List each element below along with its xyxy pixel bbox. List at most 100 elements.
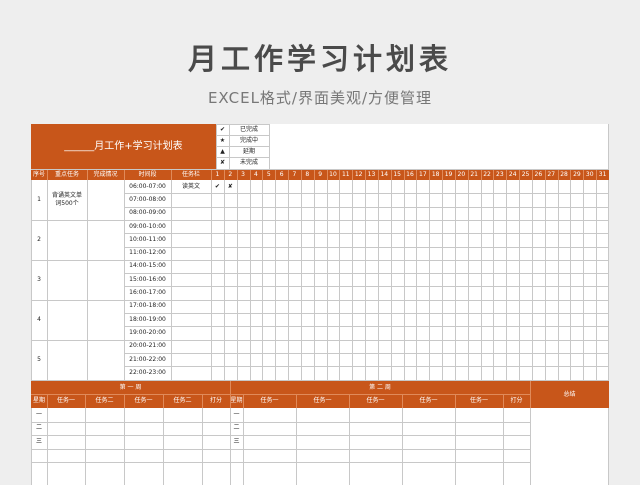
time-slot: 16:00-17:00 (129, 289, 166, 297)
grid-line-v (243, 408, 244, 485)
grid-line-v (349, 408, 350, 485)
grid-line-v (506, 180, 508, 380)
day-header: 17 (419, 171, 427, 178)
grid-line-v (47, 408, 48, 485)
week1-column-header: 任务一 (134, 397, 153, 404)
day-header: 14 (380, 171, 389, 178)
week2-column-header: 任务一 (313, 397, 332, 404)
week2-column-header: 任务一 (260, 397, 279, 404)
grid-line-v (519, 170, 521, 180)
grid-line-h (216, 146, 269, 147)
day-header: 13 (367, 171, 376, 178)
grid-line-v (530, 408, 531, 485)
week1-column-header: 任务一 (56, 397, 75, 404)
day-header: 11 (341, 171, 350, 178)
grid-line-v (171, 170, 172, 180)
row-number: 2 (37, 235, 41, 243)
completion-status (87, 180, 124, 220)
grid-line-v (530, 381, 531, 408)
day-header: 29 (573, 171, 581, 178)
time-slot: 15:00-16:00 (129, 275, 166, 283)
grid-line-v (269, 124, 270, 169)
grid-line-v (493, 180, 495, 380)
week1-weekday: 一 (35, 410, 42, 418)
week1-column-header: 星期 (32, 397, 45, 404)
day-mark: ✔ (214, 182, 220, 190)
time-slot: 19:00-20:00 (129, 328, 166, 336)
summary-label: 总结 (563, 390, 576, 398)
day-header: 10 (329, 171, 337, 178)
grid-line-v (313, 170, 315, 180)
grid-line-v (506, 170, 508, 180)
day-header: 7 (292, 171, 297, 178)
grid-line-v (557, 170, 559, 180)
grid-line-v (47, 394, 48, 408)
grid-line-v (493, 170, 495, 180)
legend-symbol: ▲ (220, 147, 225, 155)
grid-line-v (163, 394, 164, 408)
day-header: 9 (318, 171, 323, 178)
grid-line-h (124, 286, 609, 288)
grid-line-v (236, 180, 238, 380)
grid-line-v (223, 180, 225, 380)
time-slot: 07:00-08:00 (129, 195, 166, 203)
grid-line-h (124, 206, 609, 208)
completion-status (87, 260, 124, 300)
week2-column-header: 打分 (510, 397, 523, 404)
grid-line-v (124, 170, 125, 180)
key-task (47, 340, 87, 380)
day-header: 25 (521, 171, 530, 178)
week1-weekday: 二 (35, 424, 42, 432)
grid-line-h (124, 273, 609, 275)
grid-line-v (124, 408, 125, 485)
day-header: 24 (508, 171, 517, 178)
grid-line-v (531, 170, 533, 180)
row-number: 5 (37, 355, 41, 363)
time-slot: 18:00-19:00 (129, 315, 166, 323)
grid-line-v (163, 408, 164, 485)
week1-column-header: 任务二 (95, 397, 114, 404)
day-header: 6 (279, 171, 284, 178)
grid-line-v (171, 180, 172, 380)
key-task (47, 300, 87, 340)
grid-line-v (288, 180, 290, 380)
grid-line-v (349, 394, 350, 408)
grid-line-h (124, 193, 609, 195)
grid-line-v (390, 170, 392, 180)
grid-line-v (503, 408, 504, 485)
key-task (47, 220, 87, 260)
day-header: 30 (585, 171, 594, 178)
column-header: 任务栏 (181, 171, 200, 178)
column-header: 完成情况 (93, 171, 118, 178)
grid-line-v (216, 124, 217, 169)
grid-line-v (403, 180, 405, 380)
grid-line-v (326, 170, 328, 180)
grid-line-v (223, 170, 225, 180)
grid-line-v (85, 408, 86, 485)
grid-line-v (519, 180, 521, 380)
day-header: 21 (470, 171, 478, 178)
grid-line-v (262, 180, 264, 380)
column-header: 序号 (32, 171, 45, 178)
grid-line-v (352, 180, 354, 380)
grid-line-v (583, 180, 585, 380)
grid-line-v (313, 180, 315, 380)
grid-line-h (216, 124, 269, 125)
grid-line-h (216, 135, 269, 136)
week2-weekday: 一 (233, 410, 240, 418)
grid-line-h (124, 366, 609, 368)
legend-symbol: ★ (219, 136, 226, 144)
grid-line-v (87, 180, 88, 380)
week2-column-header: 星期 (230, 397, 243, 404)
grid-line-v (85, 394, 86, 408)
grid-line-v (429, 180, 431, 380)
grid-line-v (296, 408, 297, 485)
key-task (47, 260, 87, 300)
grid-line-v (243, 394, 244, 408)
day-header: 8 (305, 171, 310, 178)
week2-weekday: 三 (233, 437, 240, 445)
legend-label: 未完成 (239, 158, 258, 166)
grid-line-v (596, 170, 598, 180)
grid-line-v (229, 124, 230, 169)
day-header: 5 (266, 171, 271, 178)
